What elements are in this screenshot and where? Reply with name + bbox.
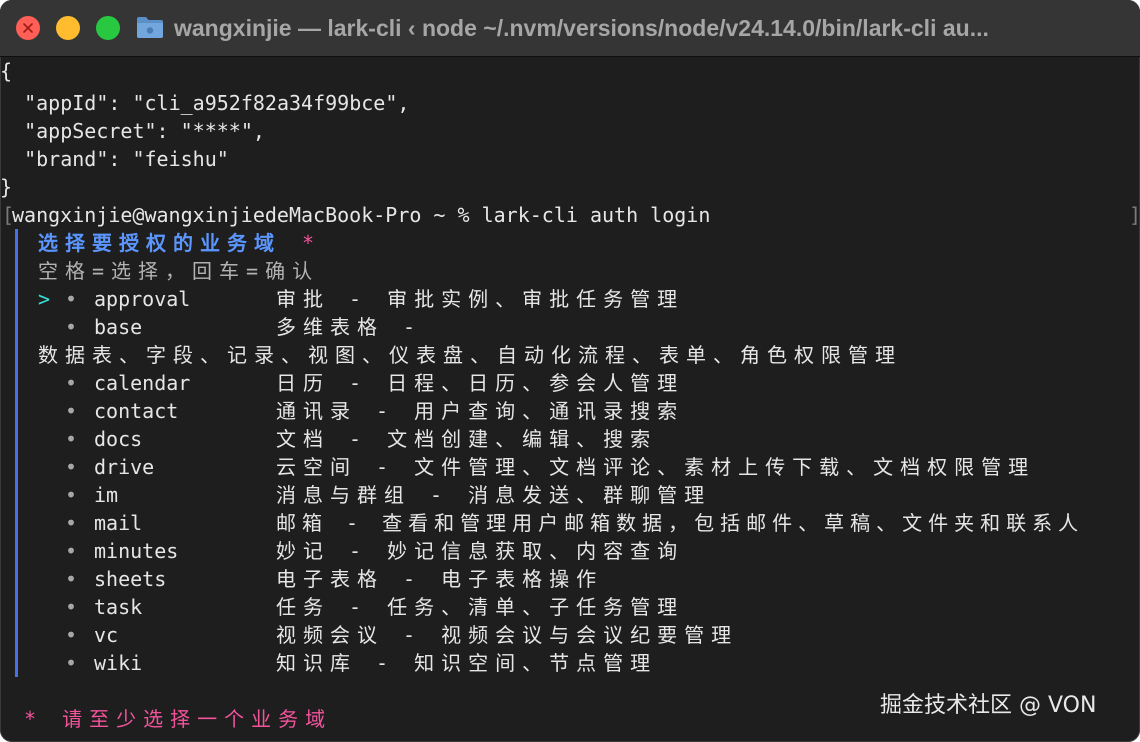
bullet-icon: •: [65, 651, 78, 675]
option-desc: 视频会议 - 视频会议与会议纪要管理: [276, 623, 739, 647]
terminal-window: wangxinjie — lark-cli ‹ node ~/.nvm/vers…: [0, 0, 1140, 742]
option-sheets[interactable]: • sheets 电子表格 - 电子表格操作: [0, 565, 1140, 593]
bullet-icon: •: [65, 483, 78, 507]
option-minutes[interactable]: • minutes 妙记 - 妙记信息获取、内容查询: [0, 537, 1140, 565]
bullet-icon: •: [65, 427, 78, 451]
option-base[interactable]: • base 多维表格 -: [0, 313, 1140, 341]
bullet-icon: •: [65, 567, 78, 591]
bullet-icon: •: [65, 455, 78, 479]
option-desc: 邮箱 - 查看和管理用户邮箱数据，包括邮件、草稿、文件夹和联系人: [276, 511, 1085, 535]
zoom-button[interactable]: [96, 16, 120, 40]
option-desc-wrap: 数据表、字段、记录、视图、仪表盘、自动化流程、表单、角色权限管理: [38, 343, 902, 367]
option-name: base: [94, 315, 143, 339]
bullet-icon: •: [65, 315, 78, 339]
option-desc: 任务 - 任务、清单、子任务管理: [276, 595, 685, 619]
option-name: wiki: [94, 651, 143, 675]
option-name: drive: [94, 455, 155, 479]
option-desc: 消息与群组 - 消息发送、群聊管理: [276, 483, 712, 507]
option-desc: 日历 - 日程、日历、参会人管理: [276, 371, 685, 395]
option-contact[interactable]: • contact 通讯录 - 用户查询、通讯录搜索: [0, 397, 1140, 425]
validation-error: * 请至少选择一个业务域: [24, 707, 333, 731]
form-hint-row: 空格=选择，回车=确认: [0, 257, 1140, 285]
bullet-icon: •: [65, 511, 78, 535]
option-name: docs: [94, 427, 143, 451]
option-desc: 妙记 - 妙记信息获取、内容查询: [276, 539, 685, 563]
bullet-icon: •: [65, 371, 78, 395]
close-icon: [23, 23, 33, 33]
form-question-row: 选择要授权的业务域 *: [0, 229, 1140, 257]
watermark: 掘金技术社区 @ VON: [880, 693, 1097, 718]
option-name: task: [94, 595, 143, 619]
form-hint: 空格=选择，回车=确认: [38, 259, 320, 283]
option-calendar[interactable]: • calendar 日历 - 日程、日历、参会人管理: [0, 369, 1140, 397]
option-desc: 知识库 - 知识空间、节点管理: [276, 651, 658, 675]
json-brand: "brand": "feishu": [0, 147, 229, 171]
option-desc: 电子表格 - 电子表格操作: [276, 567, 604, 591]
bullet-icon: •: [65, 595, 78, 619]
option-docs[interactable]: • docs 文档 - 文档创建、编辑、搜索: [0, 425, 1140, 453]
window-title: wangxinjie — lark-cli ‹ node ~/.nvm/vers…: [174, 15, 989, 41]
terminal-content[interactable]: { "appId": "cli_a952f82a34f99bce", "appS…: [0, 57, 1140, 742]
option-name: minutes: [94, 539, 179, 563]
option-name: mail: [94, 511, 143, 535]
option-task[interactable]: • task 任务 - 任务、清单、子任务管理: [0, 593, 1140, 621]
option-desc: 通讯录 - 用户查询、通讯录搜索: [276, 399, 685, 423]
option-base-wrap: 数据表、字段、记录、视图、仪表盘、自动化流程、表单、角色权限管理: [0, 341, 1140, 369]
option-im[interactable]: • im 消息与群组 - 消息发送、群聊管理: [0, 481, 1140, 509]
option-name: vc: [94, 623, 119, 647]
title-bar[interactable]: wangxinjie — lark-cli ‹ node ~/.nvm/vers…: [0, 0, 1140, 57]
selection-cursor: >: [38, 287, 51, 311]
option-desc: 文档 - 文档创建、编辑、搜索: [276, 427, 658, 451]
folder-icon: [137, 17, 163, 38]
json-open-brace: {: [0, 59, 13, 83]
form-question: 选择要授权的业务域: [38, 231, 281, 255]
option-name: im: [94, 483, 119, 507]
option-name: contact: [94, 399, 179, 423]
bullet-icon: •: [65, 287, 78, 311]
prompt-right-bracket: ]: [1129, 203, 1140, 227]
option-wiki[interactable]: • wiki 知识库 - 知识空间、节点管理: [0, 649, 1140, 677]
minimize-button[interactable]: [56, 16, 80, 40]
json-close-brace: }: [0, 175, 13, 199]
bullet-icon: •: [65, 539, 78, 563]
option-approval[interactable]: > • approval 审批 - 审批实例、审批任务管理: [0, 285, 1140, 313]
close-button[interactable]: [16, 16, 40, 40]
json-app-secret: "appSecret": "****",: [0, 119, 265, 143]
required-mark: *: [302, 231, 315, 255]
option-mail[interactable]: • mail 邮箱 - 查看和管理用户邮箱数据，包括邮件、草稿、文件夹和联系人: [0, 509, 1140, 537]
option-vc[interactable]: • vc 视频会议 - 视频会议与会议纪要管理: [0, 621, 1140, 649]
json-app-id: "appId": "cli_a952f82a34f99bce",: [0, 91, 410, 115]
option-name: calendar: [94, 371, 191, 395]
command-prompt: wangxinjie@wangxinjiedeMacBook-Pro ~ % l…: [12, 203, 711, 227]
option-desc: 多维表格 -: [276, 315, 423, 339]
bullet-icon: •: [65, 399, 78, 423]
bullet-icon: •: [65, 623, 78, 647]
option-name: sheets: [94, 567, 167, 591]
option-name: approval: [94, 287, 191, 311]
option-desc: 云空间 - 文件管理、文档评论、素材上传下载、文档权限管理: [276, 455, 1036, 479]
option-desc: 审批 - 审批实例、审批任务管理: [276, 287, 685, 311]
option-drive[interactable]: • drive 云空间 - 文件管理、文档评论、素材上传下载、文档权限管理: [0, 453, 1140, 481]
